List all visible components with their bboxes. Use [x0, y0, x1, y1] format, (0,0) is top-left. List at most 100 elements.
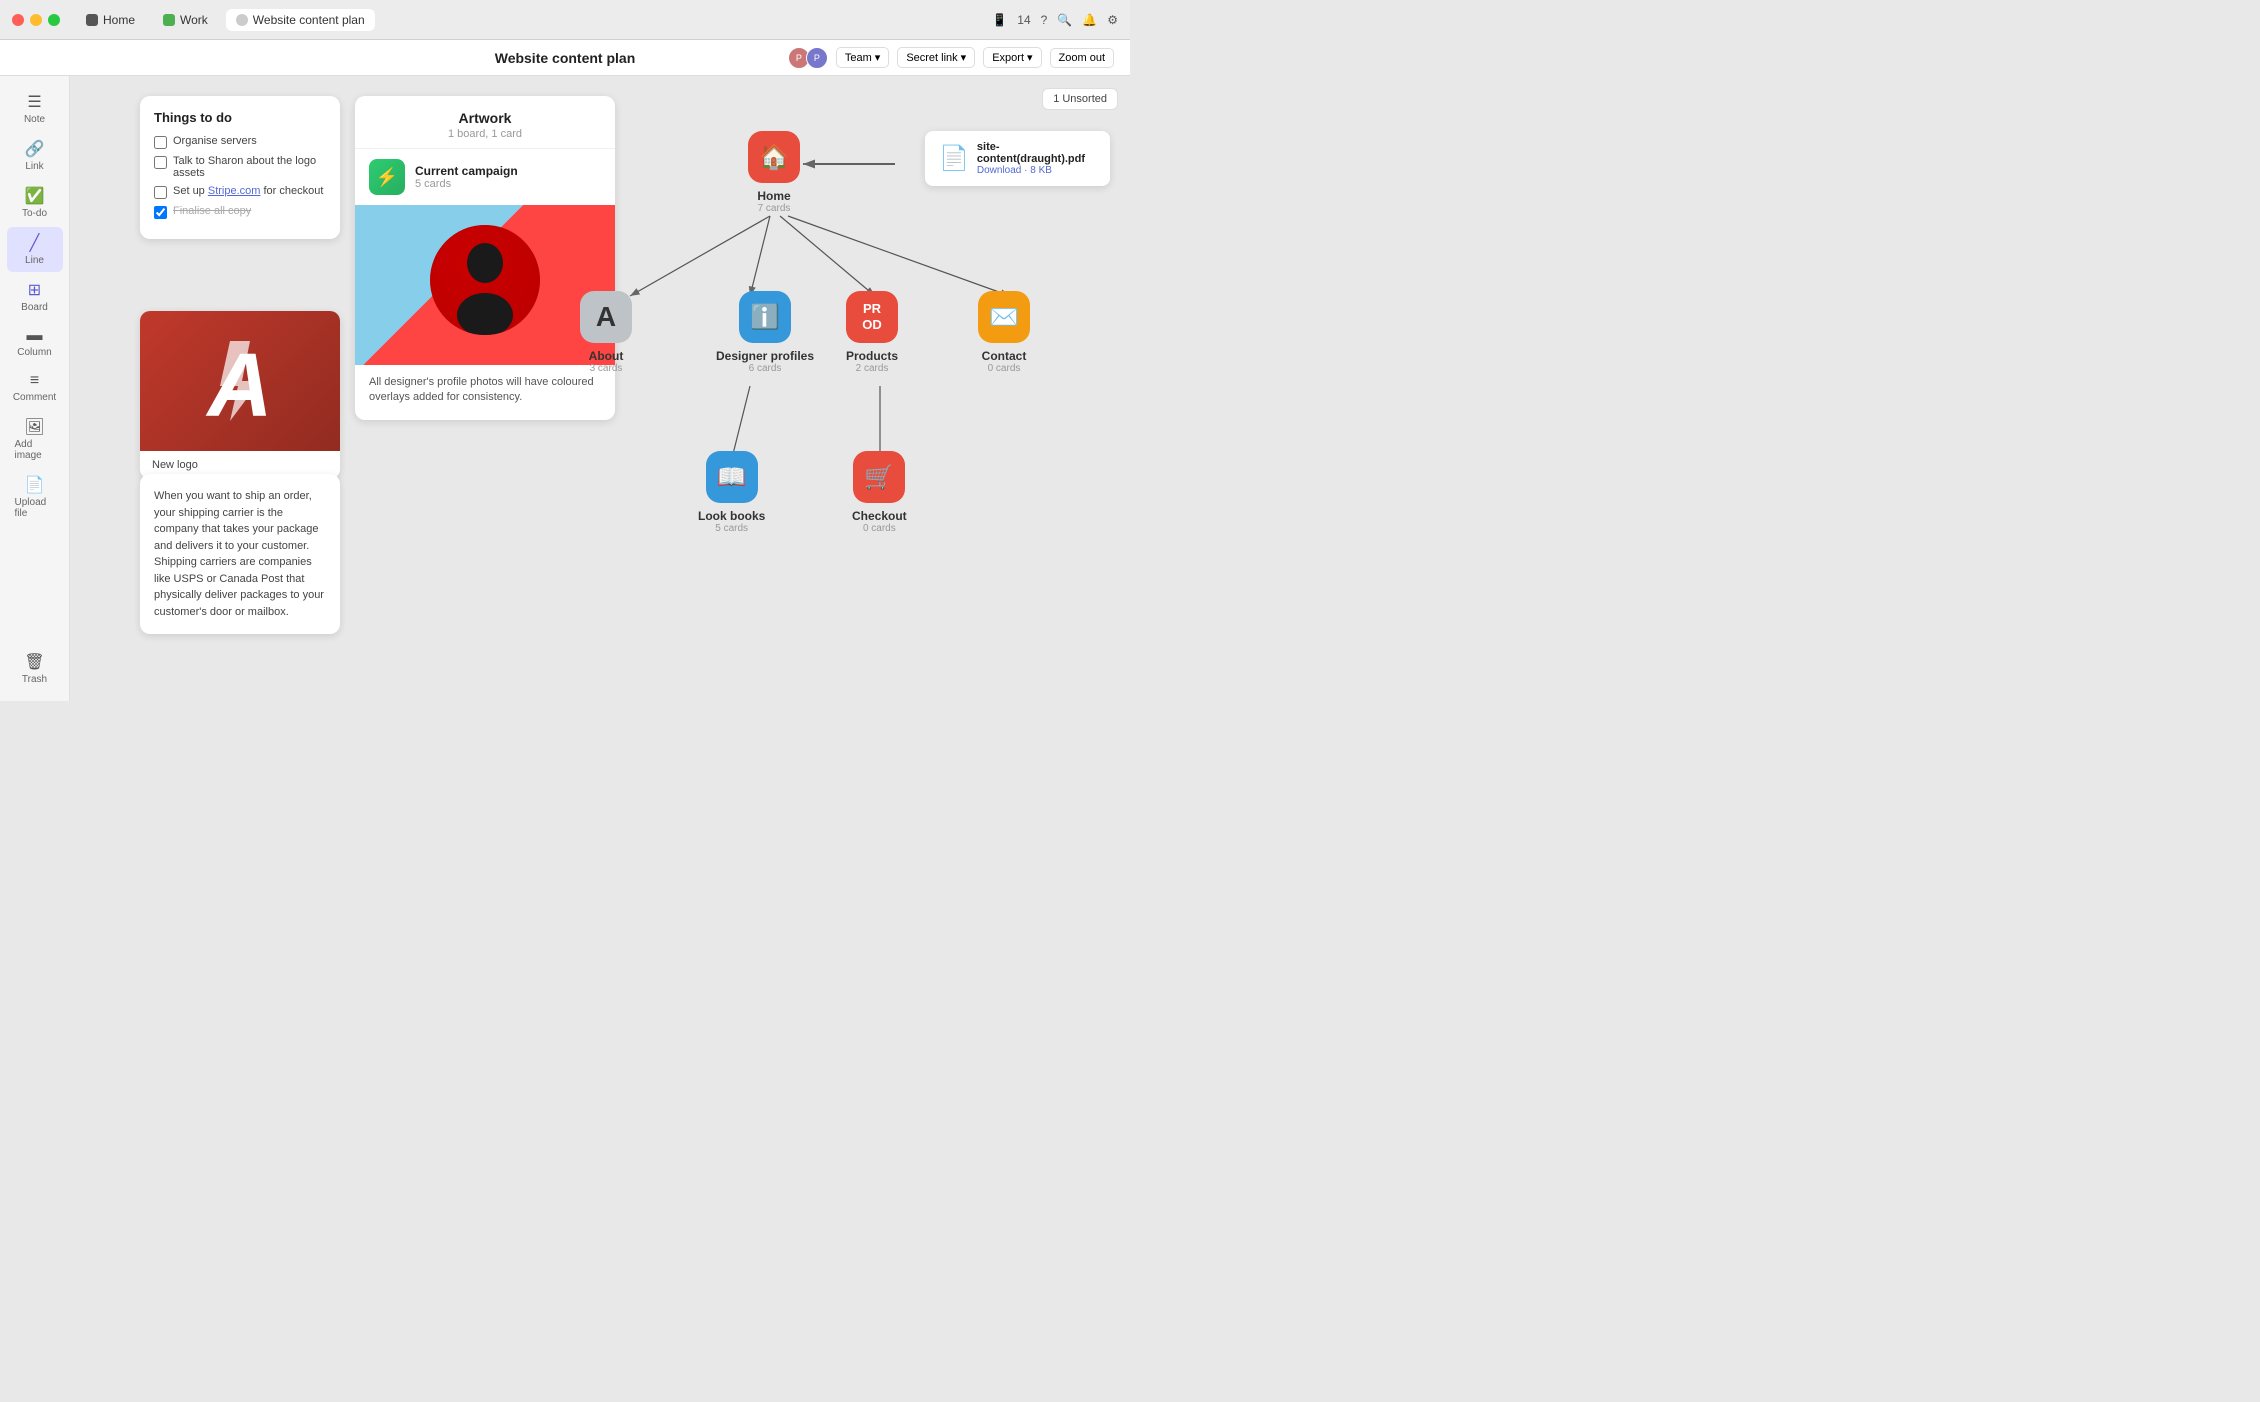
- tab-website[interactable]: Website content plan: [226, 9, 375, 31]
- tab-work-dot: [163, 14, 175, 26]
- canvas[interactable]: 1 Unsorted Things to do Organise servers…: [70, 76, 1130, 701]
- line-icon: ╱: [30, 233, 40, 253]
- bell-icon[interactable]: 🔔: [1082, 13, 1097, 27]
- help-icon[interactable]: ?: [1041, 13, 1048, 27]
- sidebar-item-add-image[interactable]: 🖼 Add image: [7, 411, 63, 467]
- sidebar-item-todo[interactable]: ✅ To-do: [7, 180, 63, 225]
- secret-link-button[interactable]: Secret link ▾: [897, 47, 975, 68]
- sidebar-todo-label: To-do: [22, 208, 47, 219]
- tab-website-dot: [236, 14, 248, 26]
- products-node-count: 2 cards: [856, 363, 889, 374]
- device-count: 14: [1017, 13, 1030, 27]
- export-button[interactable]: Export ▾: [983, 47, 1041, 68]
- tab-home-label: Home: [103, 13, 135, 27]
- chevron-down-icon: ▾: [1027, 51, 1033, 64]
- pdf-icon: 📄: [939, 144, 969, 173]
- products-node-label: Products: [846, 349, 898, 363]
- sidebar-add-image-label: Add image: [15, 439, 55, 461]
- chevron-down-icon: ▾: [961, 51, 967, 64]
- sidebar-item-note[interactable]: ☰ Note: [7, 86, 63, 131]
- home-node-label: Home: [757, 189, 790, 203]
- trash-icon: 🗑: [24, 652, 44, 672]
- node-designer[interactable]: ℹ️ Designer profiles 6 cards: [716, 291, 814, 374]
- todo-icon: ✅: [25, 186, 45, 206]
- sidebar-item-line[interactable]: ╱ Line: [7, 227, 63, 272]
- designer-node-icon: ℹ️: [739, 291, 791, 343]
- toolbar-right: P P Team ▾ Secret link ▾ Export ▾ Zoom o…: [792, 47, 1114, 69]
- checkout-node-icon: 🛒: [853, 451, 905, 503]
- sidebar-item-link[interactable]: 🔗 Link: [7, 133, 63, 178]
- checkout-node-count: 0 cards: [863, 523, 896, 534]
- titlebar: Home Work Website content plan 📱 14 ? 🔍 …: [0, 0, 1130, 40]
- contact-node-icon: ✉️: [978, 291, 1030, 343]
- page-title: Website content plan: [495, 50, 636, 66]
- designer-node-count: 6 cards: [749, 363, 782, 374]
- chevron-down-icon: ▾: [875, 51, 881, 64]
- node-products[interactable]: PROD Products 2 cards: [846, 291, 898, 374]
- node-home[interactable]: 🏠 Home 7 cards: [748, 131, 800, 214]
- lookbooks-node-label: Look books: [698, 509, 765, 523]
- diagram-container: 📄 site-content(draught).pdf Download · 8…: [70, 76, 1130, 701]
- sidebar-board-label: Board: [21, 302, 48, 313]
- about-node-count: 3 cards: [590, 363, 623, 374]
- designer-node-label: Designer profiles: [716, 349, 814, 363]
- zoom-out-button[interactable]: Zoom out: [1050, 48, 1114, 68]
- products-node-icon: PROD: [846, 291, 898, 343]
- sidebar-link-label: Link: [25, 161, 43, 172]
- toolbar: Website content plan P P Team ▾ Secret l…: [0, 40, 1130, 76]
- sidebar-comment-label: Comment: [13, 392, 56, 403]
- tab-work[interactable]: Work: [153, 9, 218, 31]
- pdf-download-link[interactable]: Download · 8 KB: [977, 165, 1096, 176]
- avatars: P P: [792, 47, 828, 69]
- home-node-icon: 🏠: [748, 131, 800, 183]
- main-area: ☰ Note 🔗 Link ✅ To-do ╱ Line ⊞ Board ▬ C…: [0, 76, 1130, 701]
- tab-work-label: Work: [180, 13, 208, 27]
- pdf-filename: site-content(draught).pdf: [977, 141, 1096, 165]
- pdf-card[interactable]: 📄 site-content(draught).pdf Download · 8…: [925, 131, 1110, 186]
- close-button[interactable]: [12, 14, 24, 26]
- about-node-icon: A: [580, 291, 632, 343]
- sidebar-note-label: Note: [24, 114, 45, 125]
- about-node-label: About: [589, 349, 624, 363]
- device-icon: 📱: [992, 13, 1007, 27]
- minimize-button[interactable]: [30, 14, 42, 26]
- sidebar-trash-label: Trash: [22, 674, 47, 685]
- team-button[interactable]: Team ▾: [836, 47, 889, 68]
- board-icon: ⊞: [28, 280, 41, 300]
- sidebar-line-label: Line: [25, 255, 44, 266]
- node-lookbooks[interactable]: 📖 Look books 5 cards: [698, 451, 765, 534]
- pdf-size: · 8 KB: [1024, 165, 1052, 176]
- settings-icon[interactable]: ⚙: [1107, 13, 1118, 27]
- search-icon[interactable]: 🔍: [1057, 13, 1072, 27]
- contact-node-count: 0 cards: [988, 363, 1021, 374]
- sidebar-item-trash[interactable]: 🗑 Trash: [7, 646, 63, 691]
- lookbooks-node-count: 5 cards: [715, 523, 748, 534]
- note-icon: ☰: [27, 92, 41, 112]
- sidebar-upload-label: Upload file: [15, 497, 55, 519]
- node-checkout[interactable]: 🛒 Checkout 0 cards: [852, 451, 907, 534]
- checkout-node-label: Checkout: [852, 509, 907, 523]
- column-icon: ▬: [27, 327, 43, 345]
- sidebar-item-column[interactable]: ▬ Column: [7, 321, 63, 364]
- lookbooks-node-icon: 📖: [706, 451, 758, 503]
- sidebar-column-label: Column: [17, 347, 51, 358]
- add-image-icon: 🖼: [24, 417, 44, 437]
- home-node-count: 7 cards: [758, 203, 791, 214]
- contact-node-label: Contact: [982, 349, 1027, 363]
- avatar-2: P: [806, 47, 828, 69]
- sidebar-item-board[interactable]: ⊞ Board: [7, 274, 63, 319]
- node-contact[interactable]: ✉️ Contact 0 cards: [978, 291, 1030, 374]
- maximize-button[interactable]: [48, 14, 60, 26]
- tab-home-dot: [86, 14, 98, 26]
- tab-website-label: Website content plan: [253, 13, 365, 27]
- link-icon: 🔗: [25, 139, 45, 159]
- tab-home[interactable]: Home: [76, 9, 145, 31]
- sidebar-item-upload[interactable]: 📄 Upload file: [7, 469, 63, 525]
- pdf-info: site-content(draught).pdf Download · 8 K…: [977, 141, 1096, 176]
- sidebar-item-comment[interactable]: ≡ Comment: [7, 366, 63, 409]
- sidebar-bottom: 🗑 Trash: [7, 646, 63, 701]
- traffic-lights: [12, 14, 60, 26]
- upload-icon: 📄: [25, 475, 45, 495]
- titlebar-right: 📱 14 ? 🔍 🔔 ⚙: [992, 13, 1118, 27]
- node-about[interactable]: A About 3 cards: [580, 291, 632, 374]
